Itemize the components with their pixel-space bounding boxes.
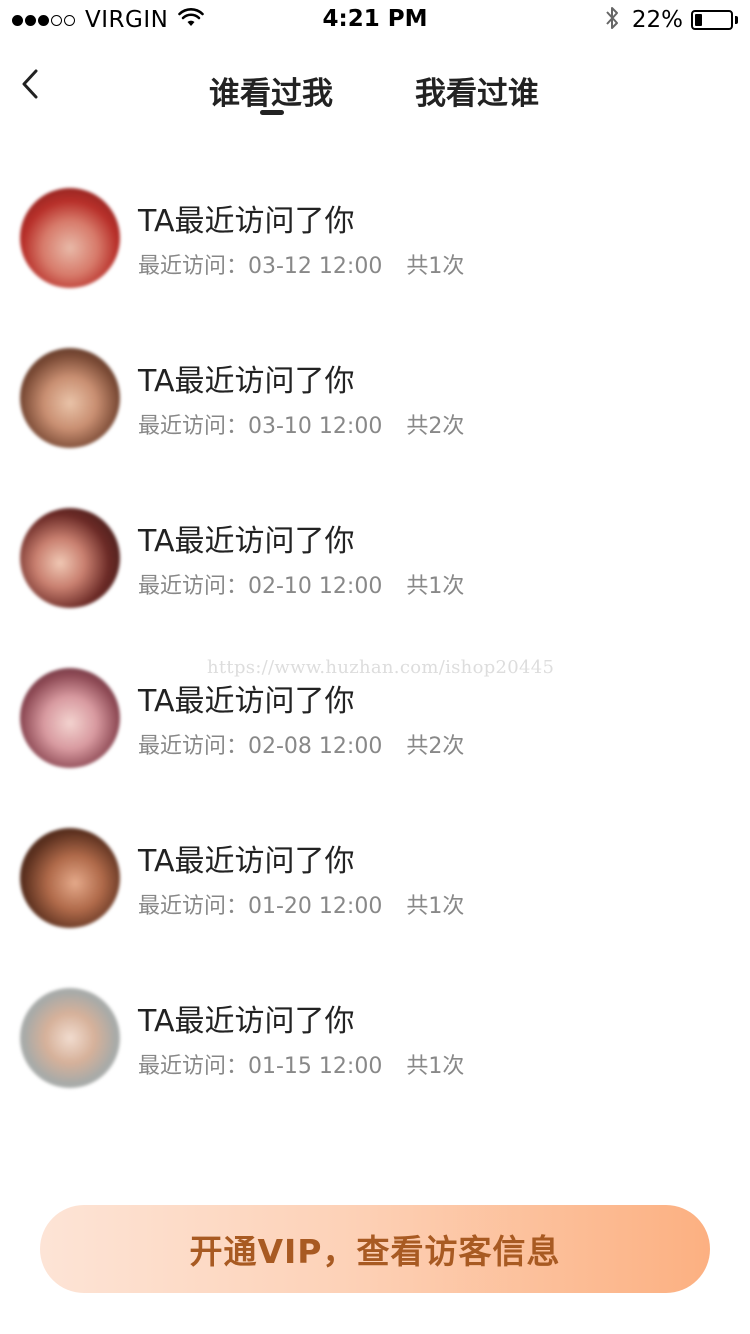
avatar xyxy=(20,668,120,768)
last-visit-time: 最近访问：01-15 12:00 xyxy=(138,1054,383,1079)
visit-count: 共2次 xyxy=(406,414,465,439)
last-visit-time: 最近访问：03-12 12:00 xyxy=(138,254,383,279)
visit-count: 共1次 xyxy=(406,574,465,599)
open-vip-label: 开通VIP，查看访客信息 xyxy=(189,1232,561,1271)
visitor-meta: 最近访问：01-20 12:00 共1次 xyxy=(138,888,464,920)
avatar xyxy=(20,348,120,448)
visitor-title: TA最近访问了你 xyxy=(138,1004,355,1039)
last-visit-time: 最近访问：02-08 12:00 xyxy=(138,734,383,759)
battery-nub xyxy=(735,16,738,24)
visit-count: 共2次 xyxy=(406,734,465,759)
visitor-title: TA最近访问了你 xyxy=(138,204,355,239)
visitor-item[interactable]: TA最近访问了你 最近访问：03-10 12:00 共2次 xyxy=(0,348,750,508)
bluetooth-icon xyxy=(604,5,620,35)
visit-count: 共1次 xyxy=(406,894,465,919)
visitor-item[interactable]: TA最近访问了你 最近访问：02-10 12:00 共1次 xyxy=(0,508,750,668)
visitor-meta: 最近访问：03-12 12:00 共1次 xyxy=(138,248,464,280)
visitor-item[interactable]: TA最近访问了你 最近访问：01-15 12:00 共1次 xyxy=(0,988,750,1148)
watermark-text: https://www.huzhan.com/ishop20445 xyxy=(207,657,555,678)
battery-fill xyxy=(695,14,702,26)
visitor-meta: 最近访问：02-08 12:00 共2次 xyxy=(138,728,464,760)
battery-percent: 22% xyxy=(631,7,683,33)
status-right: 22% xyxy=(604,6,738,34)
visitor-item[interactable]: TA最近访问了你 最近访问：01-20 12:00 共1次 xyxy=(0,828,750,988)
avatar xyxy=(20,988,120,1088)
visitor-meta: 最近访问：01-15 12:00 共1次 xyxy=(138,1048,464,1080)
tab-i-viewed[interactable]: 我看过谁 xyxy=(415,68,539,113)
visit-count: 共1次 xyxy=(406,254,465,279)
visitor-item[interactable]: TA最近访问了你 最近访问：03-12 12:00 共1次 xyxy=(0,188,750,348)
avatar xyxy=(20,508,120,608)
back-button[interactable] xyxy=(12,64,48,104)
open-vip-button[interactable]: 开通VIP，查看访客信息 xyxy=(40,1205,710,1293)
visitor-title: TA最近访问了你 xyxy=(138,844,355,879)
last-visit-time: 最近访问：03-10 12:00 xyxy=(138,414,383,439)
last-visit-time: 最近访问：01-20 12:00 xyxy=(138,894,383,919)
visit-count: 共1次 xyxy=(406,1054,465,1079)
visitor-item[interactable]: TA最近访问了你 最近访问：02-08 12:00 共2次 xyxy=(0,668,750,828)
avatar xyxy=(20,188,120,288)
tab-who-viewed-me[interactable]: 谁看过我 xyxy=(209,68,333,113)
visitor-meta: 最近访问：02-10 12:00 共1次 xyxy=(138,568,464,600)
visitor-meta: 最近访问：03-10 12:00 共2次 xyxy=(138,408,464,440)
visitor-title: TA最近访问了你 xyxy=(138,684,355,719)
status-bar: VIRGIN 4:21 PM 22% xyxy=(0,0,750,40)
active-tab-indicator xyxy=(260,110,284,115)
top-nav: 谁看过我 我看过谁 xyxy=(0,50,750,130)
visitor-title: TA最近访问了你 xyxy=(138,524,355,559)
last-visit-time: 最近访问：02-10 12:00 xyxy=(138,574,383,599)
chevron-left-icon xyxy=(22,69,38,99)
avatar xyxy=(20,828,120,928)
battery-icon xyxy=(691,10,733,30)
visitor-title: TA最近访问了你 xyxy=(138,364,355,399)
